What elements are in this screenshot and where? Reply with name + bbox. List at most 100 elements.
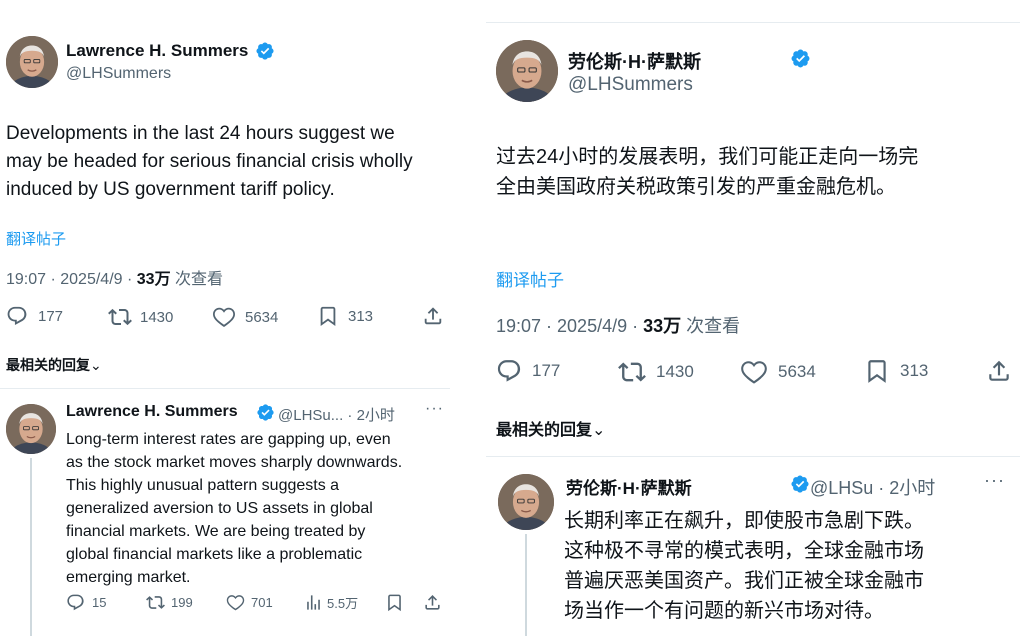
- like-button[interactable]: 5634: [212, 305, 278, 329]
- bookmark-count: 313: [348, 307, 374, 325]
- reply-text-line: 普遍厌恶美国资产。我们正被全球金融市: [564, 570, 924, 592]
- chevron-down-icon: ⌄: [90, 357, 102, 373]
- reply-text-line: generalized aversion to US assets in glo…: [66, 500, 373, 517]
- reply-text-line: emerging market.: [66, 569, 191, 586]
- replies-sort-dropdown[interactable]: 最相关的回复⌄: [496, 416, 605, 440]
- replies-sort-label: 最相关的回复: [6, 357, 90, 373]
- heart-icon: [212, 305, 236, 329]
- thread-line: [525, 534, 527, 636]
- reply-button[interactable]: 177: [6, 305, 63, 327]
- reply-author-handle[interactable]: @LHSu... · 2小时: [278, 404, 395, 425]
- avatar[interactable]: [496, 40, 558, 102]
- share-icon: [422, 305, 444, 327]
- retweet-count: 199: [171, 595, 193, 610]
- views-chart-icon: [304, 593, 323, 612]
- translate-post-link[interactable]: 翻译帖子: [6, 228, 66, 249]
- author-name[interactable]: Lawrence H. Summers: [66, 41, 248, 61]
- retweet-button[interactable]: 199: [146, 593, 193, 612]
- thread-line: [30, 458, 32, 636]
- retweet-icon: [108, 305, 132, 329]
- more-options-icon[interactable]: ···: [984, 470, 1005, 491]
- reply-text-line: Long-term interest rates are gapping up,…: [66, 431, 391, 448]
- views-button[interactable]: 5.5万: [304, 593, 358, 612]
- retweet-icon: [618, 358, 646, 386]
- retweet-icon: [146, 593, 165, 612]
- like-button[interactable]: 5634: [740, 358, 816, 386]
- share-button[interactable]: [986, 358, 1012, 384]
- view-count: 5.5万: [327, 596, 359, 611]
- reply-count: 177: [532, 361, 561, 380]
- bookmark-icon: [385, 593, 404, 612]
- like-button[interactable]: 701: [226, 593, 273, 612]
- avatar-image: [6, 404, 56, 454]
- retweet-count: 1430: [656, 362, 694, 381]
- bookmark-icon: [317, 305, 339, 327]
- reply-avatar[interactable]: [6, 404, 56, 454]
- translate-post-link[interactable]: 翻译帖子: [496, 266, 564, 291]
- reply-button[interactable]: 177: [496, 358, 560, 384]
- reply-text-line: 长期利率正在飙升，即使股市急剧下跌。: [564, 510, 924, 532]
- reply-author-name[interactable]: 劳伦斯·H·萨默斯: [566, 474, 692, 499]
- tweet-timestamp: 19:07 · 2025/4/9 · 33万 次查看: [6, 265, 223, 289]
- reply-button[interactable]: 15: [66, 593, 106, 612]
- bookmark-button[interactable]: [385, 593, 404, 612]
- avatar-image: [6, 36, 58, 88]
- retweet-count: 1430: [140, 308, 174, 326]
- bookmark-count: 313: [900, 361, 929, 380]
- heart-icon: [226, 593, 245, 612]
- tweet-text-line: induced by US government tariff policy.: [6, 179, 335, 200]
- verified-badge-icon: [790, 48, 811, 69]
- tweet-text: Developments in the last 24 hours sugges…: [6, 120, 446, 204]
- tweet-text-line: 过去24小时的发展表明，我们可能正走向一场完: [496, 146, 919, 168]
- reply-icon: [6, 305, 28, 327]
- view-count-suffix: 次查看: [681, 316, 741, 336]
- view-count-suffix: 次查看: [170, 271, 224, 288]
- author-name[interactable]: 劳伦斯·H·萨默斯: [568, 48, 701, 74]
- verified-badge-icon: [256, 403, 275, 422]
- avatar-image: [496, 40, 558, 102]
- like-count: 5634: [778, 362, 816, 381]
- tweet-text-line: 全由美国政府关税政策引发的严重金融危机。: [496, 176, 896, 198]
- view-count: 33万: [136, 271, 171, 288]
- chevron-down-icon: ⌄: [592, 422, 606, 439]
- like-count: 701: [251, 595, 273, 610]
- avatar[interactable]: [6, 36, 58, 88]
- reply-icon: [496, 358, 522, 384]
- reply-author-name[interactable]: Lawrence H. Summers: [66, 403, 238, 421]
- like-count: 5634: [245, 308, 279, 326]
- reply-text: Long-term interest rates are gapping up,…: [66, 428, 450, 589]
- bookmark-button[interactable]: 313: [864, 358, 928, 384]
- share-button[interactable]: [422, 305, 444, 327]
- avatar-image: [498, 474, 554, 530]
- reply-text-line: financial markets. We are being treated …: [66, 523, 366, 540]
- share-icon: [986, 358, 1012, 384]
- replies-sort-label: 最相关的回复: [496, 422, 593, 439]
- divider: [486, 456, 1020, 457]
- reply-count: 177: [38, 307, 64, 325]
- verified-badge-icon: [255, 41, 275, 61]
- retweet-button[interactable]: 1430: [108, 305, 173, 329]
- retweet-button[interactable]: 1430: [618, 358, 694, 386]
- share-button[interactable]: [423, 593, 442, 612]
- reply-text: 长期利率正在飙升，即使股市急剧下跌。 这种极不寻常的模式表明，全球金融市场 普遍…: [564, 506, 1016, 626]
- verified-badge-icon: [790, 474, 810, 494]
- reply-icon: [66, 593, 85, 612]
- bookmark-icon: [864, 358, 890, 384]
- reply-avatar[interactable]: [498, 474, 554, 530]
- reply-text-line: This highly unusual pattern suggests a: [66, 477, 340, 494]
- author-handle[interactable]: @LHSummers: [66, 65, 171, 83]
- tweet-text: 过去24小时的发展表明，我们可能正走向一场完 全由美国政府关税政策引发的严重金融…: [496, 142, 1006, 202]
- heart-icon: [740, 358, 768, 386]
- replies-sort-dropdown[interactable]: 最相关的回复⌄: [6, 355, 102, 375]
- author-handle[interactable]: @LHSummers: [568, 74, 693, 96]
- tweet-timestamp: 19:07 · 2025/4/9 · 33万 次查看: [496, 312, 740, 338]
- divider: [486, 22, 1020, 23]
- timestamp-text[interactable]: 19:07 · 2025/4/9 ·: [496, 316, 643, 336]
- more-options-icon[interactable]: ···: [425, 400, 444, 418]
- share-icon: [423, 593, 442, 612]
- reply-text-line: 场当作一个有问题的新兴市场对待。: [564, 600, 884, 622]
- reply-author-handle[interactable]: @LHSu · 2小时: [810, 474, 935, 500]
- timestamp-text[interactable]: 19:07 · 2025/4/9 ·: [6, 271, 137, 288]
- bookmark-button[interactable]: 313: [317, 305, 373, 327]
- reply-count: 15: [92, 595, 107, 610]
